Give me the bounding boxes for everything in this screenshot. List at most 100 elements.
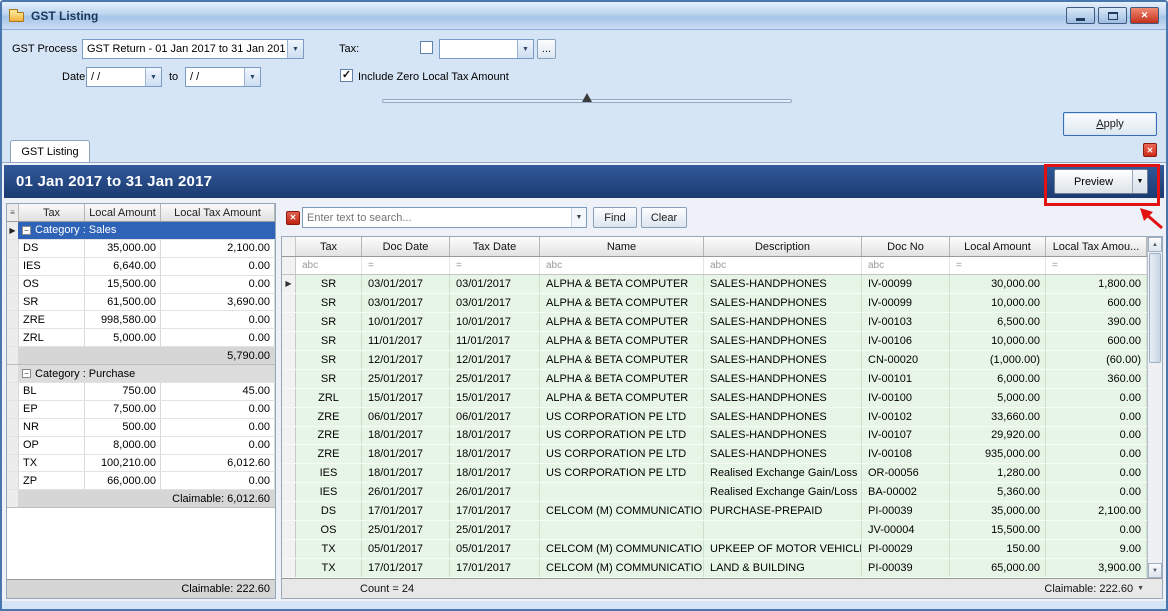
minimize-icon [1076,18,1085,21]
detail-cell: SALES-HANDPHONES [704,389,862,407]
gst-process-label: GST Process [12,43,77,55]
detail-row[interactable]: SR25/01/201725/01/2017ALPHA & BETA COMPU… [282,370,1147,389]
detail-cell: 65,000.00 [950,559,1046,577]
detail-cell: IV-00103 [862,313,950,331]
filter-cell[interactable]: abc [540,257,704,274]
summary-row[interactable]: BL750.0045.00 [7,383,275,401]
tax-checkbox[interactable] [420,41,433,54]
collapse-icon[interactable]: − [22,369,31,378]
menu-icon[interactable]: ≡ [7,204,19,221]
detail-cell: 0.00 [1046,408,1147,426]
title-bar[interactable]: GST Listing ✕ [2,2,1166,30]
column-header-local-amount[interactable]: Local Amount [85,204,161,221]
detail-cell: 18/01/2017 [362,445,450,463]
chevron-down-icon[interactable]: ▼ [1137,585,1144,592]
maximize-button[interactable] [1098,7,1127,24]
minimize-button[interactable] [1066,7,1095,24]
chevron-down-icon[interactable]: ▼ [287,40,303,58]
scroll-down-icon[interactable]: ▼ [1148,563,1162,578]
scroll-up-icon[interactable]: ▲ [1148,237,1162,252]
detail-row[interactable]: DS17/01/201717/01/2017CELCOM (M) COMMUNI… [282,502,1147,521]
clear-button[interactable]: Clear [641,207,687,228]
detail-cell: CELCOM (M) COMMUNICATIO... [540,540,704,558]
summary-group-label: −Category : Purchase [19,365,275,382]
column-header[interactable]: Tax [296,237,362,256]
summary-row[interactable]: EP7,500.000.00 [7,401,275,419]
filter-cell[interactable]: = [1046,257,1147,274]
summary-row[interactable]: ZRE998,580.000.00 [7,311,275,329]
detail-row[interactable]: SR03/01/201703/01/2017ALPHA & BETA COMPU… [282,294,1147,313]
column-header[interactable]: Doc No [862,237,950,256]
summary-row[interactable]: DS35,000.002,100.00 [7,240,275,258]
detail-cell: 6,000.00 [950,370,1046,388]
column-header[interactable]: Doc Date [362,237,450,256]
detail-row[interactable]: TX17/01/201717/01/2017CELCOM (M) COMMUNI… [282,559,1147,578]
detail-row[interactable]: SR11/01/201711/01/2017ALPHA & BETA COMPU… [282,332,1147,351]
filter-cell[interactable]: = [950,257,1046,274]
filter-cell[interactable]: = [362,257,450,274]
chevron-down-icon[interactable]: ▼ [244,68,260,86]
filter-cell[interactable]: = [450,257,540,274]
detail-row[interactable]: ZRE18/01/201718/01/2017US CORPORATION PE… [282,427,1147,446]
tax-dropdown[interactable]: ▼ [439,39,534,59]
summary-group-row[interactable]: −Category : Purchase [7,365,275,383]
column-header[interactable]: Name [540,237,704,256]
detail-row[interactable]: ZRE06/01/201706/01/2017US CORPORATION PE… [282,408,1147,427]
apply-button[interactable]: Apply [1063,112,1157,136]
filter-cell[interactable]: abc [704,257,862,274]
scrollbar-track[interactable] [1148,364,1162,563]
detail-cell: OR-00056 [862,464,950,482]
report-title: 01 Jan 2017 to 31 Jan 2017 [16,173,212,190]
detail-row[interactable]: ZRL15/01/201715/01/2017ALPHA & BETA COMP… [282,389,1147,408]
gst-process-dropdown[interactable]: GST Return - 01 Jan 2017 to 31 Jan 201 ▼ [82,39,304,59]
column-header-tax[interactable]: Tax [19,204,85,221]
column-header-local-tax-amount[interactable]: Local Tax Amount [161,204,275,221]
summary-row[interactable]: SR61,500.003,690.00 [7,294,275,312]
tab-close-button[interactable]: ✕ [1143,143,1157,157]
detail-cell: 9.00 [1046,540,1147,558]
close-button[interactable]: ✕ [1130,7,1159,24]
summary-row[interactable]: NR500.000.00 [7,419,275,437]
zoom-slider[interactable] [382,96,792,106]
detail-row[interactable]: SR10/01/201710/01/2017ALPHA & BETA COMPU… [282,313,1147,332]
summary-row[interactable]: ZP66,000.000.00 [7,472,275,490]
detail-row[interactable]: IES26/01/201726/01/2017Realised Exchange… [282,483,1147,502]
detail-row[interactable]: SR12/01/201712/01/2017ALPHA & BETA COMPU… [282,351,1147,370]
detail-cell: PI-00029 [862,540,950,558]
chevron-down-icon[interactable]: ▼ [571,208,586,227]
claimable-summary[interactable]: Claimable: 222.60 ▼ [1044,583,1144,595]
collapse-icon[interactable]: − [22,226,31,235]
summary-row[interactable]: TX100,210.006,012.60 [7,455,275,473]
clear-filter-button[interactable]: ✕ [286,211,300,225]
chevron-down-icon[interactable]: ▼ [145,68,161,86]
find-button[interactable]: Find [593,207,637,228]
include-zero-checkbox[interactable]: ✓ [340,69,353,82]
chevron-down-icon[interactable]: ▼ [517,40,533,58]
detail-row[interactable]: ▶SR03/01/201703/01/2017ALPHA & BETA COMP… [282,275,1147,294]
detail-panel: ✕ ▼ Find Clear TaxDoc DateTax DateNameDe… [281,203,1163,599]
detail-row[interactable]: TX05/01/201705/01/2017CELCOM (M) COMMUNI… [282,540,1147,559]
detail-row[interactable]: ZRE18/01/201718/01/2017US CORPORATION PE… [282,445,1147,464]
scrollbar-thumb[interactable] [1149,253,1161,363]
summary-row[interactable]: ZRL5,000.000.00 [7,329,275,347]
detail-row[interactable]: OS25/01/201725/01/2017JV-0000415,500.000… [282,521,1147,540]
column-header[interactable]: Tax Date [450,237,540,256]
summary-row[interactable]: OS15,500.000.00 [7,276,275,294]
summary-group-row[interactable]: ▶−Category : Sales [7,222,275,240]
date-from-dropdown[interactable]: / / ▼ [86,67,162,87]
summary-row[interactable]: OP8,000.000.00 [7,437,275,455]
column-header[interactable]: Local Amount [950,237,1046,256]
summary-row[interactable]: IES6,640.000.00 [7,258,275,276]
column-header[interactable]: Local Tax Amou... [1046,237,1147,256]
date-to-dropdown[interactable]: / / ▼ [185,67,261,87]
detail-cell: 17/01/2017 [362,502,450,520]
filter-cell[interactable]: abc [862,257,950,274]
slider-thumb[interactable] [582,93,592,102]
detail-row[interactable]: IES18/01/201718/01/2017US CORPORATION PE… [282,464,1147,483]
tab-gst-listing[interactable]: GST Listing [10,140,90,162]
vertical-scrollbar[interactable]: ▲ ▼ [1147,237,1162,578]
search-input[interactable] [303,208,571,227]
column-header[interactable]: Description [704,237,862,256]
tax-browse-button[interactable]: ... [537,39,556,59]
filter-cell[interactable]: abc [296,257,362,274]
